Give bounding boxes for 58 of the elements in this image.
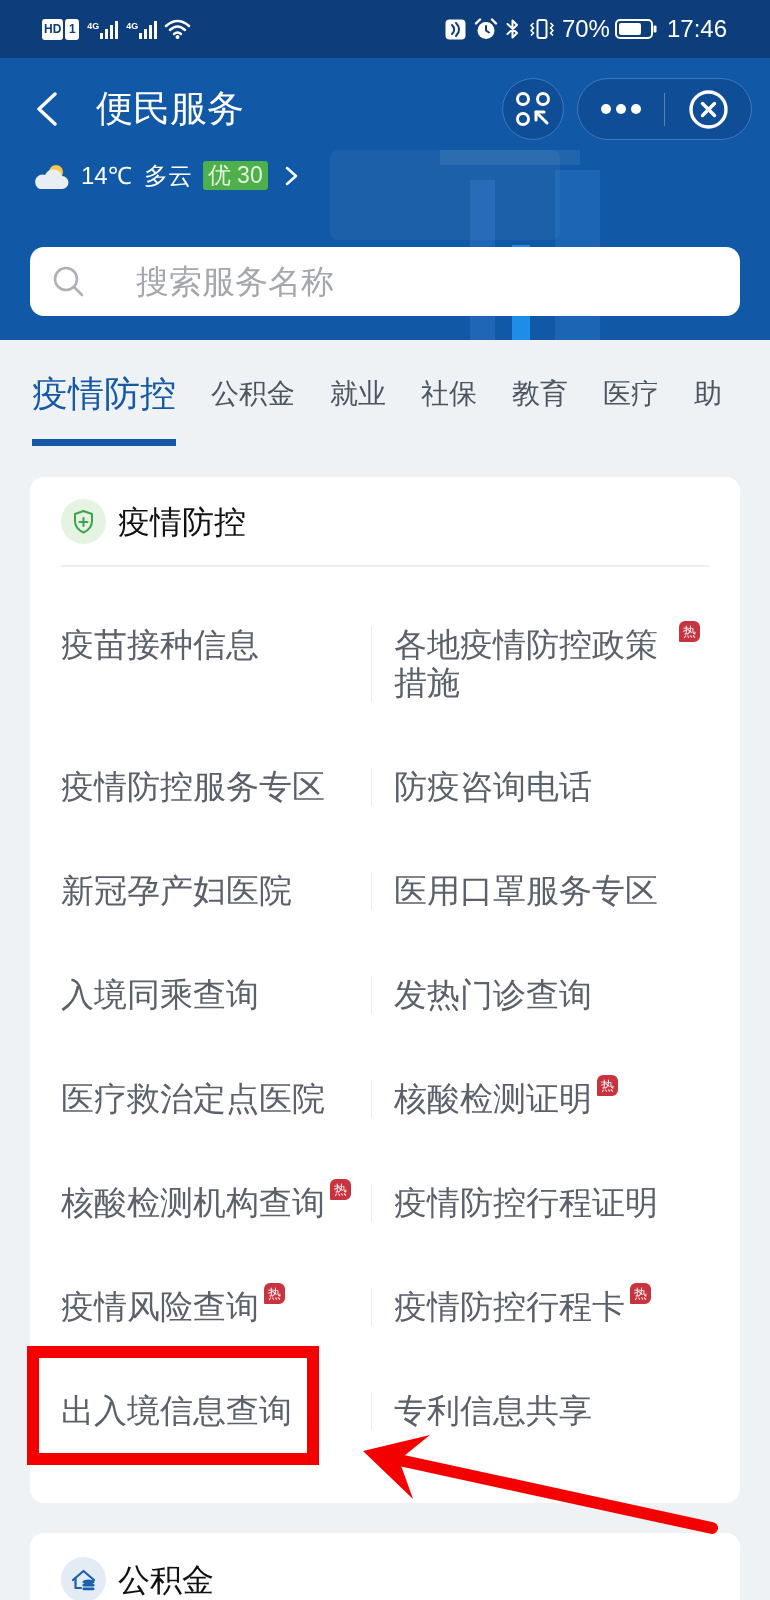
search-icon <box>53 266 84 297</box>
hot-badge: 热 <box>330 1179 351 1200</box>
service-item[interactable]: 核酸检测证明 <box>394 1080 592 1118</box>
signal-icon <box>139 19 158 39</box>
bluetooth-icon <box>504 18 520 40</box>
battery-percent: 70% <box>561 15 610 43</box>
service-item[interactable]: 医用口罩服务专区 <box>394 872 658 910</box>
network-type: 4G <box>126 20 139 31</box>
close-icon <box>688 89 728 129</box>
service-item[interactable]: 各地疫情防控政策措施 <box>394 626 674 702</box>
battery-icon <box>614 19 657 39</box>
hot-badge: 热 <box>597 1075 618 1096</box>
back-icon <box>35 92 58 126</box>
signal-icon <box>100 19 119 39</box>
service-item[interactable]: 入境同乘查询 <box>61 976 259 1014</box>
service-item[interactable]: 疫情风险查询 <box>61 1288 259 1326</box>
service-item[interactable]: 疫情防控服务专区 <box>61 768 325 806</box>
service-item[interactable]: 防疫咨询电话 <box>394 768 592 806</box>
hd-indicator: HD <box>42 18 64 40</box>
category-tab[interactable]: 社保 <box>421 374 477 446</box>
category-tab[interactable]: 医疗 <box>603 374 659 446</box>
scan-icon <box>516 92 550 126</box>
chevron-right-icon <box>284 165 298 186</box>
page-title: 便民服务 <box>96 87 244 131</box>
service-item[interactable]: 专利信息共享 <box>394 1392 592 1430</box>
search-field[interactable]: 搜索服务名称 <box>30 247 740 316</box>
category-tab[interactable]: 公积金 <box>211 374 295 446</box>
category-tab[interactable]: 就业 <box>330 374 386 446</box>
back-button[interactable] <box>35 92 58 126</box>
vibrate-icon <box>529 18 554 40</box>
service-item[interactable]: 核酸检测机构查询 <box>61 1184 325 1222</box>
section-title: 疫情防控 <box>118 502 246 542</box>
status-time: 17:46 <box>666 15 727 43</box>
weather-condition: 多云 <box>143 161 192 190</box>
air-quality-badge: 优 30 <box>202 161 268 190</box>
hot-badge: 热 <box>630 1283 651 1304</box>
wifi-icon <box>164 19 192 39</box>
sim-indicator: 1 <box>65 18 80 40</box>
temperature: 14℃ <box>81 161 132 190</box>
hot-badge: 热 <box>679 621 700 642</box>
network-type: 4G <box>87 20 100 31</box>
more-icon <box>601 104 641 114</box>
service-item[interactable]: 医疗救治定点医院 <box>61 1080 325 1118</box>
nfc-icon <box>444 18 466 40</box>
hot-badge: 热 <box>264 1283 285 1304</box>
category-tab[interactable]: 疫情防控 <box>32 374 176 446</box>
service-item[interactable]: 新冠孕产妇医院 <box>61 872 292 910</box>
service-item[interactable]: 疫苗接种信息 <box>61 626 259 664</box>
alarm-icon <box>473 18 498 40</box>
house-coins-icon <box>61 1557 106 1600</box>
service-item[interactable]: 疫情防控行程卡 <box>394 1288 625 1326</box>
shield-icon <box>61 499 106 544</box>
service-item[interactable]: 出入境信息查询 <box>61 1392 292 1430</box>
category-tab[interactable]: 教育 <box>512 374 568 446</box>
service-item[interactable]: 发热门诊查询 <box>394 976 592 1014</box>
service-item[interactable]: 疫情防控行程证明 <box>394 1184 658 1222</box>
section-title: 公积金 <box>118 1560 214 1600</box>
category-tab[interactable]: 助 <box>694 374 722 446</box>
